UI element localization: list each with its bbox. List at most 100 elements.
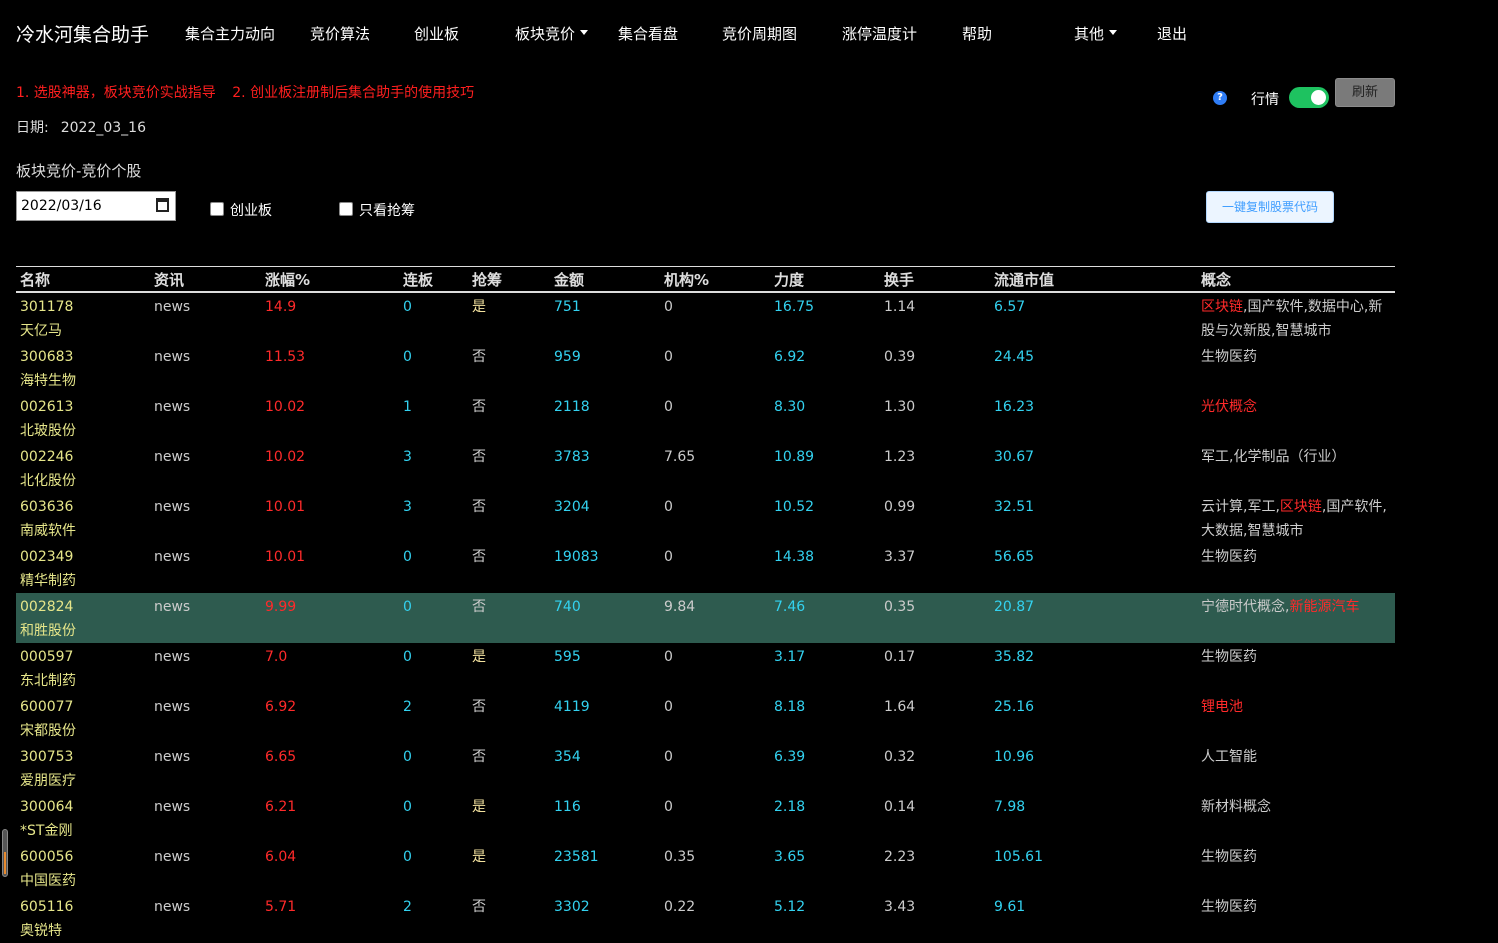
stock-name-cell[interactable]: 301178 天亿马 bbox=[16, 292, 150, 343]
nav-sector-bid[interactable]: 板块竞价 bbox=[515, 23, 589, 44]
column-header[interactable]: 机构% bbox=[660, 266, 770, 293]
stock-code[interactable]: 002246 bbox=[20, 445, 150, 469]
table-row[interactable]: 603636 南威软件 news 10.01 3 否 3204 0 10.52 0.99 32.51… bbox=[16, 493, 1395, 543]
stock-name-cell[interactable]: 002246 北化股份 bbox=[16, 443, 150, 493]
table-row[interactable]: 002246 北化股份 news 10.02 3 否 3783 7.65 10.89 1.23 30… bbox=[16, 443, 1395, 493]
refresh-button[interactable]: 刷新 bbox=[1335, 78, 1395, 107]
scrollbar-thumb[interactable] bbox=[2, 829, 8, 877]
news-link[interactable]: news bbox=[150, 893, 261, 943]
stock-name[interactable]: 天亿马 bbox=[20, 319, 150, 343]
brand-title[interactable]: 冷水河集合助手 bbox=[16, 20, 149, 47]
stock-name[interactable]: 奥锐特 bbox=[20, 919, 150, 943]
column-header[interactable]: 概念 bbox=[1197, 266, 1395, 293]
nav-other[interactable]: 其他 bbox=[1074, 23, 1118, 44]
nav-gem[interactable]: 创业板 bbox=[414, 23, 459, 44]
table-row[interactable]: 002824 和胜股份 news 9.99 0 否 740 9.84 7.46 0.35 20.87… bbox=[16, 593, 1395, 643]
news-link[interactable]: news bbox=[150, 693, 261, 743]
table-row[interactable]: 300753 爱朋医疗 news 6.65 0 否 354 0 6.39 0.32 10.96 人工智… bbox=[16, 743, 1395, 793]
stock-name-cell[interactable]: 002349 精华制药 bbox=[16, 543, 150, 593]
stock-name[interactable]: 和胜股份 bbox=[20, 619, 150, 643]
nav-bid-cycle[interactable]: 竞价周期图 bbox=[722, 23, 797, 44]
stock-code[interactable]: 300753 bbox=[20, 745, 150, 769]
checkbox-gem-box[interactable] bbox=[210, 202, 224, 216]
stock-name-cell[interactable]: 002824 和胜股份 bbox=[16, 593, 150, 643]
calendar-icon[interactable] bbox=[156, 198, 169, 212]
checkbox-grab-only[interactable]: 只看抢筹 bbox=[339, 200, 415, 220]
stock-code[interactable]: 002349 bbox=[20, 545, 150, 569]
stock-name[interactable]: 东北制药 bbox=[20, 669, 150, 693]
table-row[interactable]: 300683 海特生物 news 11.53 0 否 959 0 6.92 0.39 24.45 生物… bbox=[16, 343, 1395, 393]
news-link[interactable]: news bbox=[150, 443, 261, 493]
question-icon[interactable]: ? bbox=[1213, 91, 1227, 105]
stock-name[interactable]: *ST金刚 bbox=[20, 819, 150, 843]
column-header[interactable]: 名称 bbox=[16, 266, 150, 293]
stock-name[interactable]: 精华制药 bbox=[20, 569, 150, 593]
column-header[interactable]: 涨幅% bbox=[261, 266, 399, 293]
column-header[interactable]: 抢筹 bbox=[468, 266, 550, 293]
stock-name-cell[interactable]: 300683 海特生物 bbox=[16, 343, 150, 393]
stock-name[interactable]: 海特生物 bbox=[20, 369, 150, 393]
stock-code[interactable]: 600056 bbox=[20, 845, 150, 869]
table-row[interactable]: 600077 宋都股份 news 6.92 2 否 4119 0 8.18 1.64 25.16 锂电… bbox=[16, 693, 1395, 743]
news-link[interactable]: news bbox=[150, 743, 261, 793]
stock-name[interactable]: 南威软件 bbox=[20, 519, 150, 543]
stock-code[interactable]: 600077 bbox=[20, 695, 150, 719]
stock-name[interactable]: 宋都股份 bbox=[20, 719, 150, 743]
nav-limit-up-thermometer[interactable]: 涨停温度计 bbox=[842, 23, 917, 44]
stock-code[interactable]: 301178 bbox=[20, 295, 150, 319]
stock-name-cell[interactable]: 300064 *ST金刚 bbox=[16, 793, 150, 843]
stock-name-cell[interactable]: 603636 南威软件 bbox=[16, 493, 150, 543]
table-row[interactable]: 605116 奥锐特 news 5.71 2 否 3302 0.22 5.12 3.43 9.61 生… bbox=[16, 893, 1395, 943]
date-input[interactable]: 2022/03/16 bbox=[16, 191, 176, 221]
table-row[interactable]: 600056 中国医药 news 6.04 0 是 23581 0.35 3.65 2.23 105… bbox=[16, 843, 1395, 893]
stock-code[interactable]: 300064 bbox=[20, 795, 150, 819]
stock-code[interactable]: 002613 bbox=[20, 395, 150, 419]
checkbox-gem[interactable]: 创业板 bbox=[210, 200, 272, 220]
nav-watch[interactable]: 集合看盘 bbox=[618, 23, 678, 44]
news-link[interactable]: news bbox=[150, 292, 261, 343]
news-link[interactable]: news bbox=[150, 493, 261, 543]
tutorial-link-2[interactable]: 2. 创业板注册制后集合助手的使用技巧 bbox=[232, 85, 474, 101]
stock-code[interactable]: 605116 bbox=[20, 895, 150, 919]
copy-codes-button[interactable]: 一键复制股票代码 bbox=[1206, 191, 1334, 223]
stock-code[interactable]: 000597 bbox=[20, 645, 150, 669]
stock-name-cell[interactable]: 300753 爱朋医疗 bbox=[16, 743, 150, 793]
table-row[interactable]: 301178 天亿马 news 14.9 0 是 751 0 16.75 1.14 6.57 区块链,… bbox=[16, 292, 1395, 343]
nav-main-force[interactable]: 集合主力动向 bbox=[185, 23, 275, 44]
news-link[interactable]: news bbox=[150, 343, 261, 393]
stock-name-cell[interactable]: 000597 东北制药 bbox=[16, 643, 150, 693]
stock-name-cell[interactable]: 600077 宋都股份 bbox=[16, 693, 150, 743]
checkbox-grab-box[interactable] bbox=[339, 202, 353, 216]
column-header[interactable]: 流通市值 bbox=[990, 266, 1197, 293]
nav-logout[interactable]: 退出 bbox=[1157, 23, 1187, 44]
stock-name[interactable]: 北化股份 bbox=[20, 469, 150, 493]
news-link[interactable]: news bbox=[150, 543, 261, 593]
nav-bid-algorithm[interactable]: 竞价算法 bbox=[310, 23, 370, 44]
news-link[interactable]: news bbox=[150, 643, 261, 693]
stock-name-cell[interactable]: 600056 中国医药 bbox=[16, 843, 150, 893]
column-header[interactable]: 换手 bbox=[880, 266, 990, 293]
stock-name-cell[interactable]: 605116 奥锐特 bbox=[16, 893, 150, 943]
stock-name[interactable]: 爱朋医疗 bbox=[20, 769, 150, 793]
column-header[interactable]: 资讯 bbox=[150, 266, 261, 293]
column-header[interactable]: 金额 bbox=[550, 266, 660, 293]
stock-name[interactable]: 北玻股份 bbox=[20, 419, 150, 443]
stock-code[interactable]: 002824 bbox=[20, 595, 150, 619]
stock-name-cell[interactable]: 002613 北玻股份 bbox=[16, 393, 150, 443]
stock-name[interactable]: 中国医药 bbox=[20, 869, 150, 893]
column-header[interactable]: 力度 bbox=[770, 266, 880, 293]
table-row[interactable]: 300064 *ST金刚 news 6.21 0 是 116 0 2.18 0.14 7.98 新材料… bbox=[16, 793, 1395, 843]
quote-toggle[interactable] bbox=[1289, 87, 1329, 108]
table-row[interactable]: 002613 北玻股份 news 10.02 1 否 2118 0 8.30 1.30 16.23 光… bbox=[16, 393, 1395, 443]
news-link[interactable]: news bbox=[150, 393, 261, 443]
stock-code[interactable]: 603636 bbox=[20, 495, 150, 519]
stock-code[interactable]: 300683 bbox=[20, 345, 150, 369]
news-link[interactable]: news bbox=[150, 593, 261, 643]
table-row[interactable]: 002349 精华制药 news 10.01 0 否 19083 0 14.38 3.37 56.6… bbox=[16, 543, 1395, 593]
nav-help[interactable]: 帮助 bbox=[962, 23, 992, 44]
tutorial-link-1[interactable]: 1. 选股神器，板块竞价实战指导 bbox=[16, 85, 216, 101]
news-link[interactable]: news bbox=[150, 843, 261, 893]
news-link[interactable]: news bbox=[150, 793, 261, 843]
table-row[interactable]: 000597 东北制药 news 7.0 0 是 595 0 3.17 0.17 35.82 生物医药 bbox=[16, 643, 1395, 693]
column-header[interactable]: 连板 bbox=[399, 266, 468, 293]
